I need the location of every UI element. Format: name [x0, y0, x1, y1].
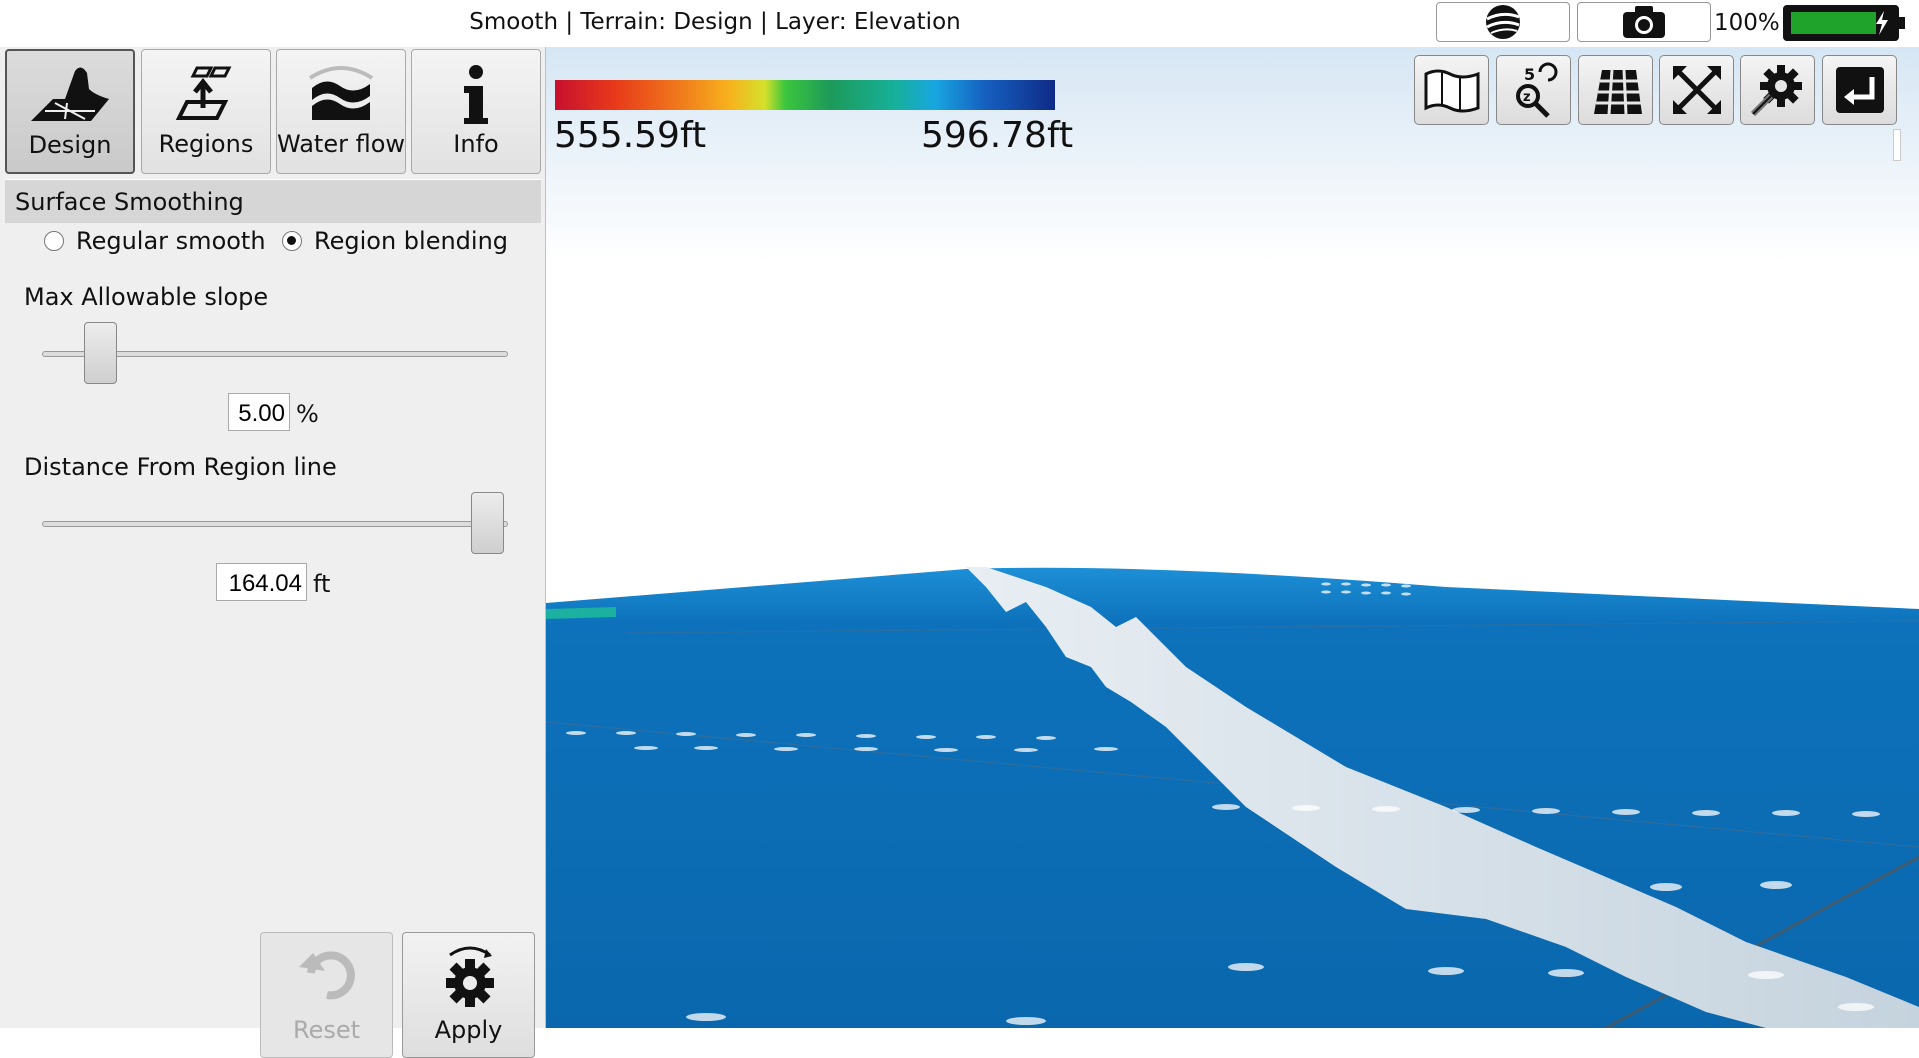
tab-water-flow-label: Water flow — [277, 130, 406, 158]
window-title: Smooth | Terrain: Design | Layer: Elevat… — [469, 9, 961, 35]
distance-input[interactable] — [216, 563, 307, 601]
terrain-viewport[interactable]: 555.59ft 596.78ft 5 z — [546, 47, 1919, 1028]
tab-regions-label: Regions — [158, 130, 254, 158]
design-icon — [31, 67, 109, 121]
slope-unit: % — [296, 400, 319, 428]
water-flow-icon — [308, 66, 374, 120]
zoom-extents-icon: 5 z — [1515, 62, 1557, 118]
svg-text:5: 5 — [1524, 65, 1535, 84]
camera-icon — [1623, 6, 1665, 38]
zoom-extents-button[interactable]: 5 z — [1496, 55, 1571, 125]
distance-slider-thumb[interactable] — [471, 492, 504, 554]
elevation-legend-bar — [555, 80, 1055, 110]
distance-unit: ft — [313, 570, 331, 598]
reset-label: Reset — [292, 1016, 361, 1044]
terrain-scene[interactable] — [546, 47, 1919, 1028]
section-header: Surface Smoothing — [5, 179, 541, 223]
exit-icon — [1835, 67, 1884, 113]
tool-panel: Design Regions Water flow Info Surface S… — [0, 47, 546, 1058]
fullscreen-icon — [1672, 66, 1721, 114]
grid-icon — [1593, 69, 1642, 115]
radio-regular-indicator[interactable] — [44, 231, 64, 251]
battery-fill — [1791, 12, 1876, 34]
slope-label: Max Allowable slope — [24, 283, 269, 311]
legend-max: 596.78ft — [921, 115, 1074, 156]
globe-button[interactable] — [1436, 2, 1570, 42]
reset-button[interactable]: Reset — [260, 932, 393, 1058]
tab-water-flow[interactable]: Water flow — [276, 49, 406, 174]
settings-icon — [1750, 65, 1802, 117]
viewport-scroll-indicator[interactable] — [1893, 129, 1901, 161]
tab-regions[interactable]: Regions — [141, 49, 271, 174]
globe-icon — [1486, 5, 1520, 39]
tab-info-label: Info — [453, 130, 499, 158]
legend-min: 555.59ft — [554, 115, 707, 156]
radio-regular-smooth[interactable]: Regular smooth — [44, 227, 266, 255]
radio-region-blending[interactable]: Region blending — [282, 227, 508, 255]
terrain-highlight — [546, 607, 616, 619]
tab-design[interactable]: Design — [5, 49, 135, 174]
grid-button[interactable] — [1578, 55, 1653, 125]
fullscreen-button[interactable] — [1659, 55, 1734, 125]
slope-slider-thumb[interactable] — [83, 322, 117, 384]
battery-cap — [1899, 17, 1905, 29]
map-icon — [1424, 69, 1479, 113]
title-bar: Smooth | Terrain: Design | Layer: Elevat… — [0, 0, 1919, 48]
regions-icon — [175, 66, 232, 120]
battery-icon — [1783, 5, 1905, 41]
distance-slider-track[interactable] — [42, 521, 508, 527]
tab-info[interactable]: Info — [411, 49, 541, 174]
charging-bolt-icon — [1876, 11, 1888, 35]
info-icon — [464, 65, 488, 124]
screenshot-button[interactable] — [1577, 2, 1711, 42]
radio-blending-indicator[interactable] — [282, 231, 302, 251]
slope-input[interactable] — [228, 393, 290, 431]
section-title: Surface Smoothing — [15, 188, 244, 216]
apply-label: Apply — [434, 1016, 503, 1044]
distance-label: Distance From Region line — [24, 453, 337, 481]
svg-text:z: z — [1523, 90, 1531, 105]
radio-regular-label: Regular smooth — [76, 227, 266, 255]
exit-button[interactable] — [1822, 55, 1897, 125]
settings-button[interactable] — [1740, 55, 1815, 125]
apply-button[interactable]: Apply — [402, 932, 535, 1058]
radio-blending-label: Region blending — [314, 227, 509, 255]
reset-icon — [299, 951, 355, 1000]
tab-design-label: Design — [28, 131, 112, 159]
battery-percent: 100% — [1714, 10, 1780, 36]
map-button[interactable] — [1414, 55, 1489, 125]
apply-gear-icon — [446, 946, 494, 1007]
